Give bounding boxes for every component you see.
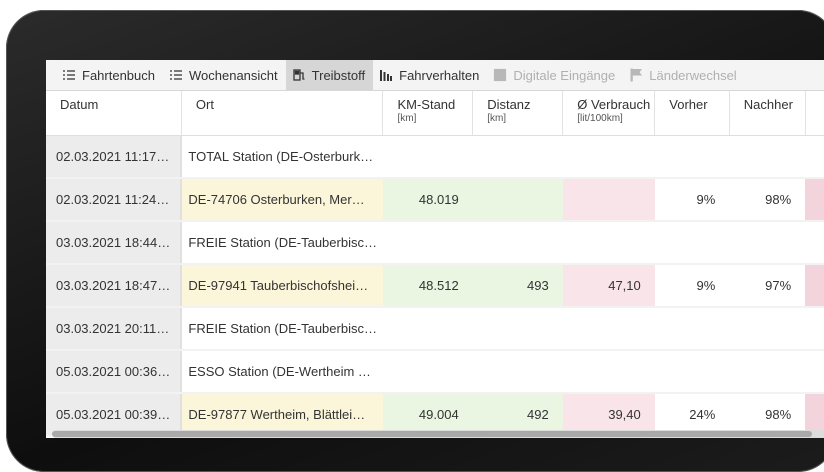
cell-vorher: 9% — [654, 264, 730, 308]
horizontal-scrollbar[interactable] — [52, 430, 824, 438]
tab-label: Fahrtenbuch — [82, 67, 155, 83]
column-header-km-stand[interactable]: KM-Stand [km] — [382, 91, 474, 136]
cell-verbrauch — [562, 178, 655, 222]
tab-fahrverhalten[interactable]: Fahrverhalten — [373, 60, 487, 90]
input-arrow-icon — [493, 68, 507, 82]
cell-km-stand — [382, 135, 473, 179]
tab-label: Digitale Eingänge — [513, 67, 616, 83]
cell-verbrauch: 47,10 — [562, 264, 655, 308]
cell-nachher — [729, 221, 806, 265]
cell-ort: FREIE Station (DE-Tauberbisc… — [181, 221, 383, 265]
table-header-row: Datum Ort KM-Stand [km] Distanz [km] Ø Ver… — [46, 91, 824, 136]
fuel-table: Datum Ort KM-Stand [km] Distanz [km] Ø Ver… — [46, 91, 824, 437]
cell-nachher — [729, 307, 806, 351]
column-header-distanz[interactable]: Distanz [km] — [472, 91, 564, 136]
cell-verbrauch — [562, 307, 655, 351]
cell-distanz — [472, 135, 563, 179]
cell-distanz — [472, 350, 563, 394]
cell-nachher — [729, 135, 806, 179]
cell-ort: DE-97941 Tauberbischofshei… — [181, 264, 383, 308]
table-row[interactable]: 02.03.2021 11:17… TOTAL Station (DE-Oste… — [46, 135, 824, 179]
cell-nachher: 98% — [729, 178, 806, 222]
tab-fahrtenbuch[interactable]: Fahrtenbuch — [56, 60, 163, 90]
table-row[interactable]: 02.03.2021 11:24… DE-74706 Osterburken, … — [46, 178, 824, 222]
column-header-ort[interactable]: Ort — [181, 91, 384, 136]
cell-verbrauch — [562, 350, 655, 394]
cell-extra — [805, 221, 824, 265]
flag-icon — [629, 68, 643, 82]
column-header-datum[interactable]: Datum — [46, 91, 182, 136]
cell-vorher — [654, 135, 730, 179]
cell-ort: DE-74706 Osterburken, Mer… — [181, 178, 383, 222]
tab-label: Fahrverhalten — [399, 67, 480, 83]
cell-ort: TOTAL Station (DE-Osterburk… — [181, 135, 383, 179]
list-icon — [62, 68, 76, 82]
cell-vorher: 9% — [654, 178, 730, 222]
cell-vorher — [654, 307, 730, 351]
cell-distanz: 493 — [472, 264, 563, 308]
cell-km-stand — [382, 221, 473, 265]
cell-km-stand: 48.512 — [382, 264, 473, 308]
list-icon — [169, 68, 183, 82]
table-row[interactable]: 03.03.2021 18:44… FREIE Station (DE-Taub… — [46, 221, 824, 265]
cell-km-stand — [382, 350, 473, 394]
tab-label: Treibstoff — [311, 67, 366, 83]
cell-km-stand: 48.019 — [382, 178, 473, 222]
table-row[interactable]: 05.03.2021 00:36… ESSO Station (DE-Werth… — [46, 350, 824, 394]
tab-laenderwechsel[interactable]: Länderwechsel — [623, 60, 744, 90]
cell-extra — [805, 178, 824, 222]
cell-ort: FREIE Station (DE-Tauberbisc… — [181, 307, 383, 351]
cell-verbrauch — [562, 135, 655, 179]
tab-label: Wochenansicht — [189, 67, 278, 83]
cell-datum: 03.03.2021 18:47… — [46, 264, 183, 308]
tablet-frame: Fahrtenbuch Wochenansicht Treibstoff Fah… — [6, 10, 824, 472]
cell-vorher — [654, 350, 730, 394]
cell-datum: 02.03.2021 11:17… — [46, 135, 183, 179]
cell-datum: 05.03.2021 00:36… — [46, 350, 183, 394]
cell-extra — [805, 264, 824, 308]
cell-nachher: 97% — [729, 264, 806, 308]
cell-nachher — [729, 350, 806, 394]
scrollbar-thumb[interactable] — [52, 431, 812, 437]
cell-extra — [805, 350, 824, 394]
cell-km-stand — [382, 307, 473, 351]
tab-wochenansicht[interactable]: Wochenansicht — [163, 60, 286, 90]
bar-chart-icon — [379, 68, 393, 82]
cell-extra — [805, 135, 824, 179]
cell-distanz — [472, 221, 563, 265]
app-screen: Fahrtenbuch Wochenansicht Treibstoff Fah… — [46, 60, 824, 438]
cell-datum: 02.03.2021 11:24… — [46, 178, 183, 222]
fuel-pump-icon — [292, 68, 306, 82]
table-row[interactable]: 03.03.2021 18:47… DE-97941 Tauberbischof… — [46, 264, 824, 308]
column-header-nachher[interactable]: Nachher — [729, 91, 806, 136]
cell-datum: 03.03.2021 20:11… — [46, 307, 183, 351]
cell-ort: ESSO Station (DE-Wertheim … — [181, 350, 383, 394]
table-row[interactable]: 03.03.2021 20:11… FREIE Station (DE-Taub… — [46, 307, 824, 351]
cell-extra — [805, 307, 824, 351]
cell-verbrauch — [562, 221, 655, 265]
tab-label: Länderwechsel — [649, 67, 737, 83]
column-header-extra — [805, 91, 824, 136]
tab-toolbar: Fahrtenbuch Wochenansicht Treibstoff Fah… — [46, 60, 824, 91]
tab-treibstoff[interactable]: Treibstoff — [285, 60, 374, 90]
cell-distanz — [472, 307, 563, 351]
cell-distanz — [472, 178, 563, 222]
column-header-verbrauch[interactable]: Ø Verbrauch [lit/100km] — [562, 91, 656, 136]
tab-digitale-eingaenge[interactable]: Digitale Eingänge — [487, 60, 623, 90]
cell-datum: 03.03.2021 18:44… — [46, 221, 183, 265]
cell-vorher — [654, 221, 730, 265]
column-header-vorher[interactable]: Vorher — [654, 91, 730, 136]
